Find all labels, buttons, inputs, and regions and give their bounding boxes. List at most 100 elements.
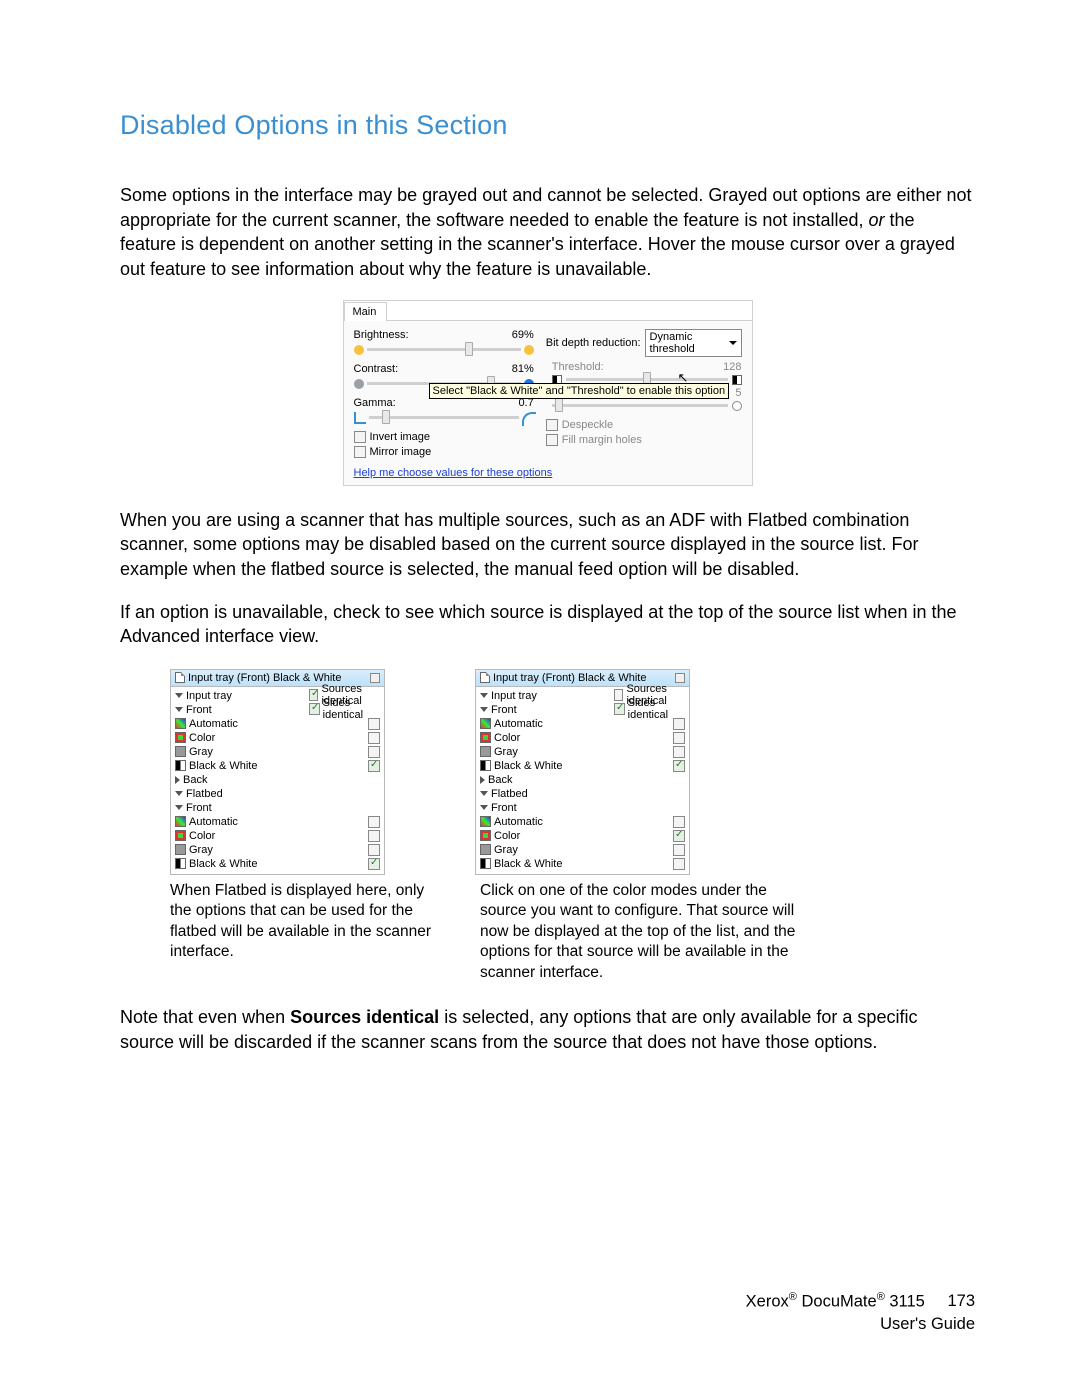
tree-it-gray[interactable]: Gray <box>173 745 382 759</box>
sides-identical-label: Sides identical <box>628 697 689 721</box>
sides-identical-chk-right[interactable] <box>614 703 625 715</box>
help-link[interactable]: Help me choose values for these options <box>344 463 752 485</box>
tree-fb-auto[interactable]: Automatic <box>478 815 687 829</box>
tree-back[interactable]: Back <box>478 773 687 787</box>
footer-product: DocuMate <box>797 1292 877 1310</box>
fill-margin-checkbox: Fill margin holes <box>546 434 742 446</box>
fb-bw-chk[interactable] <box>673 858 685 870</box>
tree-fb-gray[interactable]: Gray <box>173 843 382 857</box>
fb-auto-chk[interactable] <box>673 816 685 828</box>
source-tree-right: Input tray (Front) Black & White Input t… <box>475 669 690 875</box>
paragraph-3: If an option is unavailable, check to se… <box>120 600 975 649</box>
contrast-label: Contrast: <box>354 363 399 375</box>
threshold-row: Threshold: 128 <box>552 361 742 373</box>
brightness-value: 69% <box>512 329 534 341</box>
tree-it-gray[interactable]: Gray <box>478 745 687 759</box>
tree-fb-front[interactable]: Front <box>478 801 687 815</box>
fb-gray-chk[interactable] <box>368 844 380 856</box>
tree-flatbed[interactable]: Flatbed <box>173 787 382 801</box>
bw-high-icon <box>732 375 742 385</box>
tree-fb-color[interactable]: Color <box>173 829 382 843</box>
sides-identical-chk-left[interactable] <box>309 703 320 715</box>
fb-color-label: Color <box>189 830 368 842</box>
fb-color-chk[interactable] <box>673 830 685 842</box>
color-icon <box>480 830 491 841</box>
sources-identical-chk-left[interactable] <box>309 689 318 701</box>
fb-color-chk[interactable] <box>368 830 380 842</box>
bit-depth-value: Dynamic threshold <box>650 331 729 355</box>
para1-or: or <box>868 210 884 230</box>
contrast-min-icon <box>354 379 364 389</box>
fb-gray-label: Gray <box>494 844 673 856</box>
it-color-chk[interactable] <box>673 732 685 744</box>
brightness-min-icon <box>354 345 364 355</box>
brightness-slider[interactable] <box>354 343 534 357</box>
mirror-image-checkbox[interactable]: Mirror image <box>354 446 534 458</box>
pin-icon[interactable] <box>675 673 685 683</box>
tree-it-color[interactable]: Color <box>173 731 382 745</box>
it-gray-chk[interactable] <box>673 746 685 758</box>
cursor-icon: ↖ <box>678 370 689 386</box>
tree-flatbed[interactable]: Flatbed <box>478 787 687 801</box>
pin-icon[interactable] <box>370 673 380 683</box>
back-label: Back <box>488 774 685 786</box>
tree-fb-bw[interactable]: Black & White <box>173 857 382 871</box>
fb-bw-label: Black & White <box>494 858 673 870</box>
brightness-label: Brightness: <box>354 329 409 341</box>
fb-auto-label: Automatic <box>494 816 673 828</box>
fill-margin-label: Fill margin holes <box>562 434 642 446</box>
fb-color-label: Color <box>494 830 673 842</box>
sources-identical-chk-right[interactable] <box>614 689 623 701</box>
sensitivity-end-icon <box>732 401 742 411</box>
tab-main[interactable]: Main <box>344 302 388 321</box>
color-icon <box>480 732 491 743</box>
auto-icon <box>175 816 186 827</box>
it-gray-chk[interactable] <box>368 746 380 758</box>
fb-front-label: Front <box>186 802 380 814</box>
bw-icon <box>175 760 186 771</box>
page-icon <box>480 672 490 683</box>
brightness-row: Brightness: 69% <box>354 329 534 357</box>
it-bw-chk[interactable] <box>368 760 380 772</box>
tree-fb-front[interactable]: Front <box>173 801 382 815</box>
fb-bw-chk[interactable] <box>368 858 380 870</box>
tree-back[interactable]: Back <box>173 773 382 787</box>
tree-it-bw[interactable]: Black & White <box>173 759 382 773</box>
invert-image-checkbox[interactable]: Invert image <box>354 431 534 443</box>
fb-auto-chk[interactable] <box>368 816 380 828</box>
bw-icon <box>175 858 186 869</box>
para4-a: Note that even when <box>120 1007 290 1027</box>
threshold-label: Threshold: <box>552 361 604 373</box>
page-number: 173 <box>947 1290 975 1312</box>
page-icon <box>175 672 185 683</box>
contrast-value: 81% <box>512 363 534 375</box>
bit-depth-combo[interactable]: Dynamic threshold <box>645 329 742 357</box>
tree-it-bw[interactable]: Black & White <box>478 759 687 773</box>
caption-right: Click on one of the color modes under th… <box>480 881 800 983</box>
gamma-slider[interactable] <box>354 411 534 425</box>
caption-left: When Flatbed is displayed here, only the… <box>170 881 440 983</box>
tree-fb-auto[interactable]: Automatic <box>173 815 382 829</box>
sensitivity-value: 5 <box>735 387 741 399</box>
color-icon <box>175 830 186 841</box>
it-bw-chk[interactable] <box>673 760 685 772</box>
para4-bold: Sources identical <box>290 1007 439 1027</box>
footer-model: 3115 <box>885 1292 925 1310</box>
fb-gray-chk[interactable] <box>673 844 685 856</box>
threshold-value: 128 <box>723 361 741 373</box>
tree-header-label: Input tray (Front) Black & White <box>493 672 646 684</box>
back-label: Back <box>183 774 380 786</box>
fb-auto-label: Automatic <box>189 816 368 828</box>
tree-it-color[interactable]: Color <box>478 731 687 745</box>
fb-bw-label: Black & White <box>189 858 368 870</box>
tree-fb-bw[interactable]: Black & White <box>478 857 687 871</box>
color-label: Color <box>189 732 368 744</box>
despeckle-label: Despeckle <box>562 419 613 431</box>
footer-subtitle: User's Guide <box>746 1313 975 1335</box>
bit-depth-row: Bit depth reduction: Dynamic threshold <box>546 329 742 357</box>
tree-fb-gray[interactable]: Gray <box>478 843 687 857</box>
chevron-down-icon <box>729 341 737 345</box>
it-color-chk[interactable] <box>368 732 380 744</box>
bw-label: Black & White <box>494 760 673 772</box>
tree-fb-color[interactable]: Color <box>478 829 687 843</box>
